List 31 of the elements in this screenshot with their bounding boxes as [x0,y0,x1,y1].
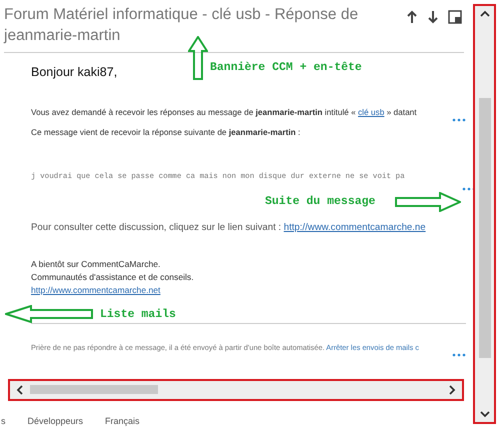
message-text: Vous avez demandé à recevoir les réponses au message de jeanmarie-martin intitulé « clé usb » datant [31,106,418,118]
greeting: Bonjour kaki87, [31,64,118,81]
up-arrow-icon[interactable] [406,10,418,24]
annotation-label: Suite du message [265,194,376,210]
footer-link[interactable]: s [1,415,6,427]
annotation-arrow [395,192,461,212]
down-arrow-icon[interactable] [427,10,439,24]
more-icon[interactable] [452,118,466,122]
panel-icon[interactable] [448,10,462,24]
scrollbar-thumb[interactable] [30,385,158,394]
more-icon[interactable] [452,352,466,357]
annotation-label: Liste mails [100,307,176,323]
horizontal-scrollbar[interactable] [8,378,464,401]
footer-link[interactable]: Développeurs [28,415,84,427]
message-title: Forum Matériel informatique - clé usb - Réponse de jeanmarie-martin [4,5,360,46]
vertical-scrollbar[interactable] [473,4,496,424]
signature-text: Communautés d'assistance et de conseils. [31,270,195,284]
annotation-label: Bannière CCM + en-tête [210,60,362,76]
topic-link[interactable]: clé usb [358,107,384,117]
message-text: Ce message vient de recevoir la réponse suivante de jeanmarie-martin : [31,126,302,139]
footer-link[interactable]: Français [105,415,140,427]
site-link[interactable]: http://www.commentcamarche.net [31,284,160,297]
discussion-link[interactable]: http://www.commentcamarche.ne [284,222,426,234]
scrollbar-thumb[interactable] [478,98,490,358]
scroll-right-icon[interactable] [448,384,456,395]
scroll-down-icon[interactable] [480,410,490,418]
scroll-left-icon[interactable] [16,384,24,395]
signature-text: A bientôt sur CommentCaMarche. [31,258,162,271]
message-text: Pour consulter cette discussion, cliquez sur le lien suivant : http://www.commentcamarche.ne [31,221,427,236]
annotation-arrow [188,36,208,80]
scroll-up-icon[interactable] [480,10,490,18]
